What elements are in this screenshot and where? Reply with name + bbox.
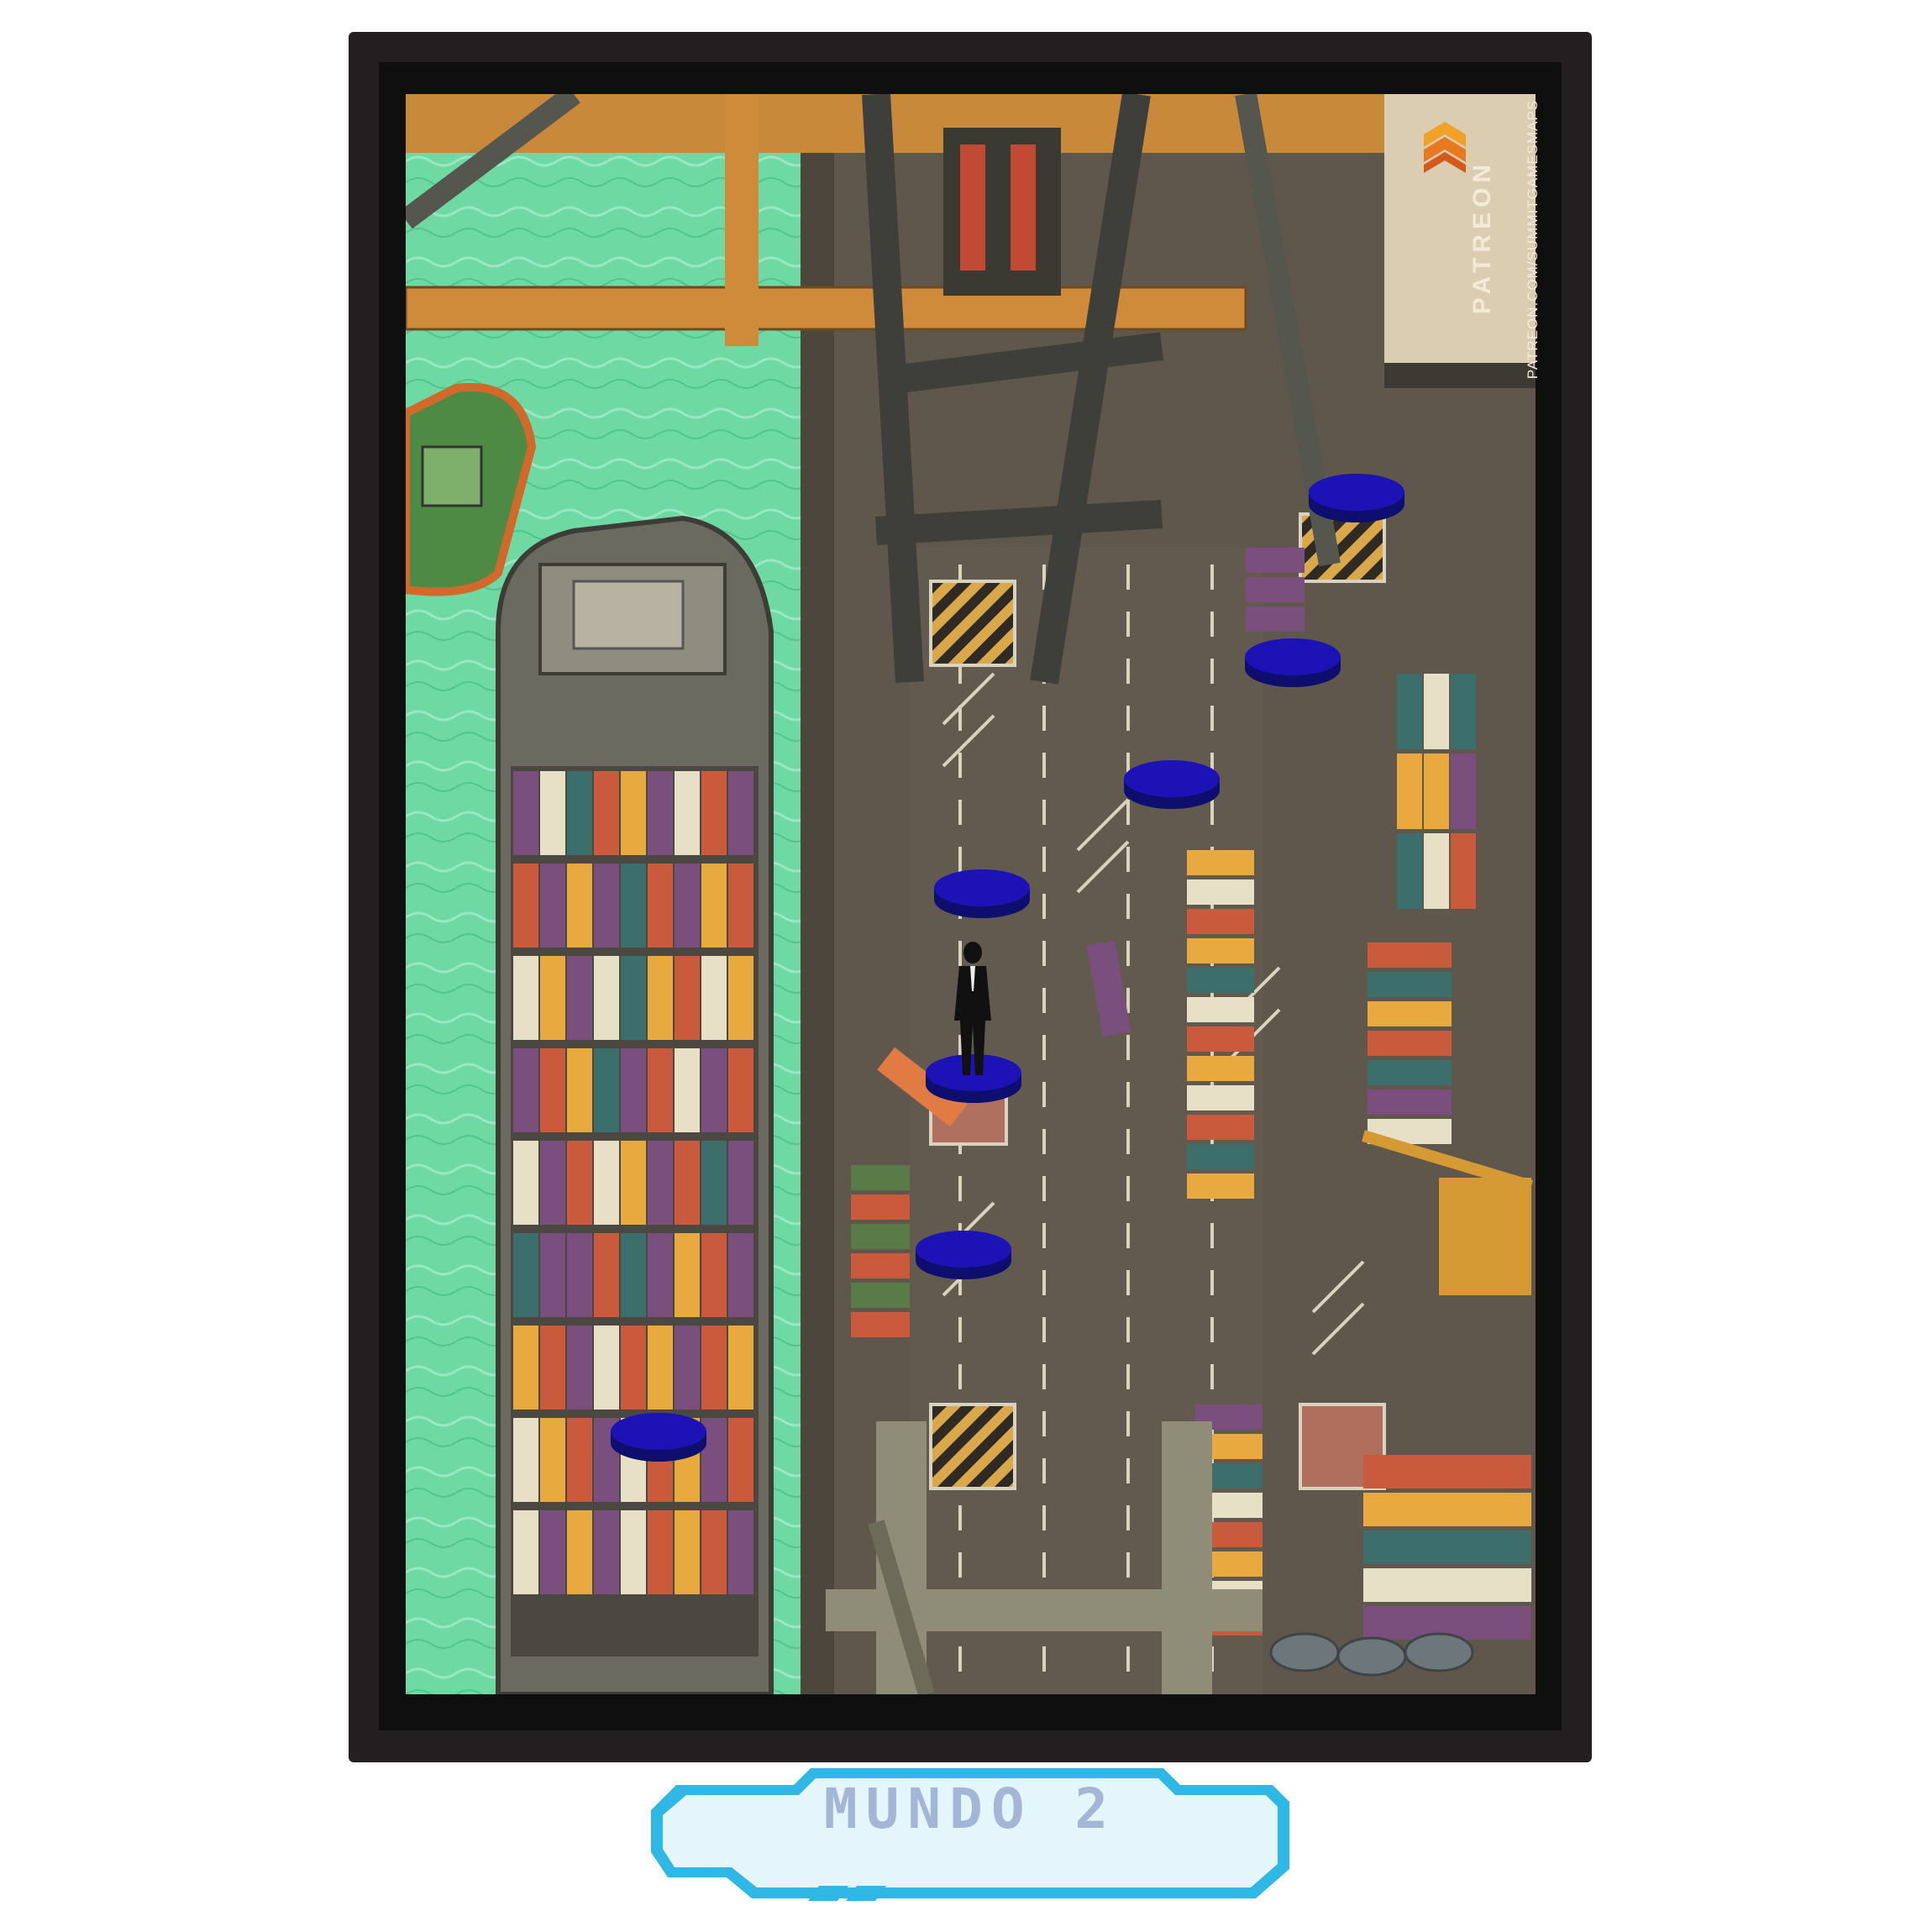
ship-containers [513, 771, 753, 1594]
patreon-word: PATREON [1468, 159, 1496, 315]
patreon-url: PATREON.COM/SUMMITGAMESMAPS [1525, 99, 1541, 380]
world-label-text: MUNDO 2 [823, 1777, 1117, 1841]
board-space-token[interactable] [916, 1231, 1011, 1281]
board-space-token[interactable] [1309, 474, 1404, 524]
yellow-crane [1439, 1178, 1531, 1295]
board-space-token[interactable] [611, 1413, 706, 1463]
board-space-token[interactable] [1245, 638, 1341, 689]
board-space-token[interactable] [1124, 760, 1220, 811]
patreon-watermark: PATREON PATREON.COM/SUMMITGAMESMAPS [1457, 100, 1541, 382]
agent-suit-icon[interactable] [948, 941, 998, 1075]
board-space-token[interactable] [934, 869, 1030, 920]
